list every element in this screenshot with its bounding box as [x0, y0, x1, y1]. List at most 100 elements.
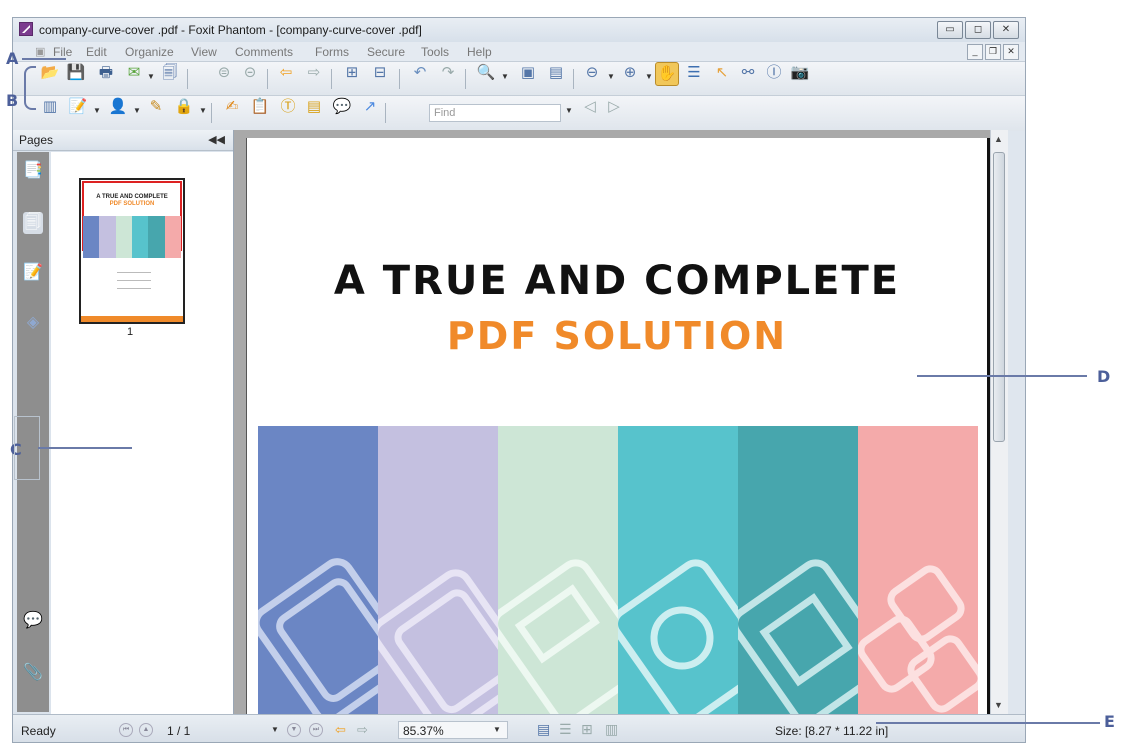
page-indicator[interactable]: 1 / 1: [167, 724, 190, 738]
doc-menu-icon[interactable]: ▣: [35, 45, 45, 58]
menu-forms[interactable]: Forms: [315, 45, 349, 59]
save-icon[interactable]: 💾: [65, 62, 87, 84]
pdf-page[interactable]: A TRUE AND COMPLETE PDF SOLUTION: [246, 138, 990, 718]
lock-dropdown-icon[interactable]: ▼: [199, 106, 207, 115]
toolbar-separator: [211, 103, 212, 123]
hand-tool-icon[interactable]: ✋: [655, 62, 679, 86]
scroll-up-icon[interactable]: ▲: [994, 134, 1003, 144]
edit-document-icon[interactable]: 📝: [67, 96, 89, 118]
insert-page-icon[interactable]: ⊞: [341, 62, 363, 84]
print-icon[interactable]: 🖶: [95, 62, 117, 84]
next-page-status-icon[interactable]: ▼: [287, 723, 301, 737]
window-title: company-curve-cover .pdf - Foxit Phantom…: [39, 23, 422, 37]
redo-icon[interactable]: ↷: [437, 62, 459, 84]
minimize-button[interactable]: ▭: [937, 21, 963, 39]
attachments-icon[interactable]: 📎: [23, 662, 43, 684]
menu-edit[interactable]: Edit: [86, 45, 107, 59]
signatures-icon[interactable]: 📝: [23, 262, 43, 284]
zoom-in-dropdown-icon[interactable]: ▼: [645, 72, 653, 81]
extract-page-icon[interactable]: ⊟: [369, 62, 391, 84]
textfield-icon[interactable]: ▤: [303, 96, 325, 118]
pages-thumbnails-icon[interactable]: 🗐: [23, 212, 43, 234]
toolbar-separator: [187, 69, 188, 89]
note-edit-icon[interactable]: ✍: [221, 96, 243, 118]
edit-dropdown-icon[interactable]: ▼: [93, 106, 101, 115]
doc-restore-button[interactable]: ❐: [985, 44, 1001, 60]
thumbnail-pane: A TRUE AND COMPLETE PDF SOLUTION 1: [51, 152, 233, 714]
text-select-icon[interactable]: ☰: [683, 62, 705, 84]
vertical-scrollbar[interactable]: ▲ ▼: [990, 130, 1008, 714]
document-viewport[interactable]: A TRUE AND COMPLETE PDF SOLUTION: [234, 130, 990, 718]
doc-close-button[interactable]: ✕: [1003, 44, 1019, 60]
stamp-icon[interactable]: 👤: [107, 96, 129, 118]
select-arrow-icon[interactable]: ↖: [711, 62, 733, 84]
typewriter-icon[interactable]: Ⓘ: [763, 62, 785, 84]
comments-panel-icon[interactable]: 💬: [23, 610, 43, 632]
zoom-in-circle-icon[interactable]: ⊕: [619, 62, 641, 84]
status-forward-icon[interactable]: ⇨: [357, 722, 368, 738]
scrollbar-thumb[interactable]: [993, 152, 1005, 442]
prev-page-status-icon[interactable]: ▲: [139, 723, 153, 737]
zoom-out-dropdown-icon[interactable]: ▼: [607, 72, 615, 81]
zoom-value[interactable]: 85.37%: [403, 724, 444, 738]
menu-help[interactable]: Help: [467, 45, 492, 59]
binoculars-icon[interactable]: ⚯: [737, 62, 759, 84]
find-next-icon[interactable]: ▷: [603, 96, 625, 118]
find-dropdown-icon[interactable]: ▼: [565, 106, 573, 115]
callout-a-line: [22, 58, 66, 60]
layers-icon[interactable]: ◈: [23, 312, 43, 334]
single-page-view-icon[interactable]: ▤: [537, 721, 550, 738]
arrow-tool-icon[interactable]: ↗: [359, 96, 381, 118]
doc-minimize-button[interactable]: _: [967, 44, 983, 60]
close-button[interactable]: ✕: [993, 21, 1019, 39]
callout-d: D: [1097, 367, 1111, 386]
callout-d-line: [917, 375, 1087, 377]
bookmarks-icon[interactable]: 📑: [23, 160, 43, 182]
find-previous-icon[interactable]: ◁: [579, 96, 601, 118]
text-box-icon[interactable]: Ⓣ: [277, 96, 299, 118]
form-edit-icon[interactable]: 📋: [249, 96, 271, 118]
status-bar: Ready ⏮ ▲ 1 / 1 ▼ ▼ ⏭ ⇦ ⇨ 85.37% ▼ ▤ ☰ ⊞…: [13, 714, 1025, 742]
thumbnail-stripes: [83, 216, 181, 258]
fit-width-icon[interactable]: ▤: [545, 62, 567, 84]
fit-page-icon[interactable]: ▣: [517, 62, 539, 84]
lock-icon[interactable]: 🔒: [173, 96, 195, 118]
email-dropdown-icon[interactable]: ▼: [147, 72, 155, 81]
back-arrow-icon[interactable]: ⇦: [275, 62, 297, 84]
comment-icon[interactable]: 💬: [331, 96, 353, 118]
menu-view[interactable]: View: [191, 45, 217, 59]
zoom-select-dropdown-icon[interactable]: ▼: [493, 725, 501, 734]
page-dropdown-icon[interactable]: ▼: [271, 725, 279, 734]
continuous-view-icon[interactable]: ☰: [559, 721, 572, 738]
menu-tools[interactable]: Tools: [421, 45, 449, 59]
continuous-facing-view-icon[interactable]: ▥: [605, 721, 618, 738]
sign-icon[interactable]: ✎: [145, 96, 167, 118]
previous-page-icon[interactable]: ⊜: [213, 62, 235, 84]
scan-icon[interactable]: 🗐: [159, 62, 181, 84]
scroll-down-icon[interactable]: ▼: [994, 700, 1003, 710]
maximize-button[interactable]: ◻: [965, 21, 991, 39]
last-page-icon[interactable]: ⏭: [309, 723, 323, 737]
menu-organize[interactable]: Organize: [125, 45, 174, 59]
menu-comments[interactable]: Comments: [235, 45, 293, 59]
zoom-dropdown-icon[interactable]: ▼: [501, 72, 509, 81]
menu-file[interactable]: File: [53, 45, 72, 59]
document-subheadline: PDF SOLUTION: [446, 314, 788, 358]
open-folder-icon[interactable]: 📂: [39, 62, 61, 84]
menu-secure[interactable]: Secure: [367, 45, 405, 59]
zoom-in-icon[interactable]: 🔍: [475, 62, 497, 84]
create-pdf-icon[interactable]: ▥: [39, 96, 61, 118]
undo-icon[interactable]: ↶: [409, 62, 431, 84]
collapse-panel-icon[interactable]: ◀◀: [208, 133, 225, 146]
forward-arrow-icon[interactable]: ⇨: [303, 62, 325, 84]
zoom-out-circle-icon[interactable]: ⊖: [581, 62, 603, 84]
facing-view-icon[interactable]: ⊞: [581, 721, 593, 738]
first-page-icon[interactable]: ⏮: [119, 723, 133, 737]
email-icon[interactable]: ✉: [123, 62, 145, 84]
status-back-icon[interactable]: ⇦: [335, 722, 346, 738]
snapshot-icon[interactable]: 📷: [789, 62, 811, 84]
find-input[interactable]: Find: [429, 104, 561, 122]
page-thumbnail[interactable]: A TRUE AND COMPLETE PDF SOLUTION: [79, 178, 185, 324]
next-page-icon[interactable]: ⊝: [239, 62, 261, 84]
stamp-dropdown-icon[interactable]: ▼: [133, 106, 141, 115]
